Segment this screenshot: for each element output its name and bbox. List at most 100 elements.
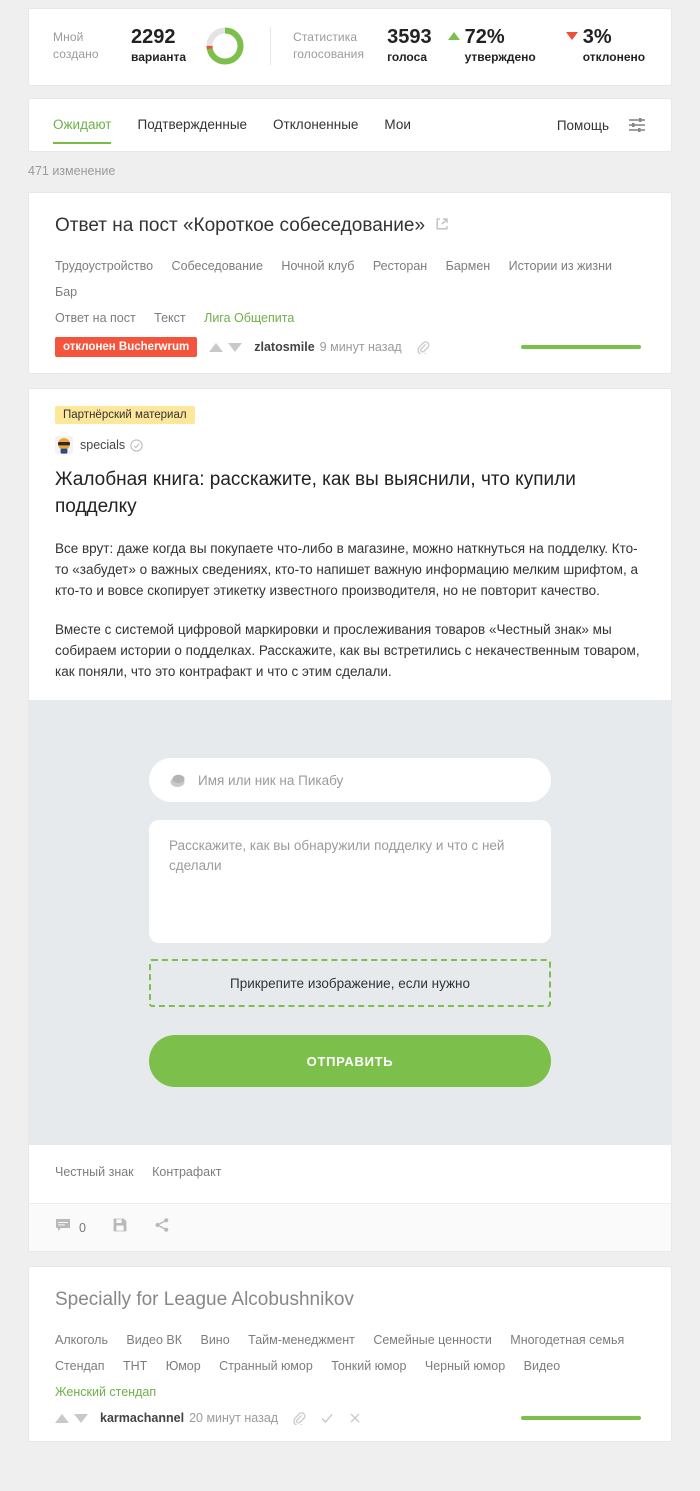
check-icon[interactable]: [320, 1411, 334, 1425]
post-1-tags: Трудоустройство Собеседование Ночной клу…: [55, 257, 645, 335]
tag-item-league[interactable]: Лига Общепита: [204, 311, 294, 325]
promo-paragraph-1: Все врут: даже когда вы покупаете что-ли…: [55, 541, 638, 598]
promo-action-bar: 0: [29, 1203, 671, 1251]
tag-item[interactable]: Тонкий юмор: [331, 1359, 406, 1373]
voting-label-line1: Статистика: [293, 30, 358, 44]
vote-controls: [55, 1413, 88, 1423]
promo-title[interactable]: Жалобная книга: расскажите, как вы выясн…: [55, 466, 645, 520]
tag-item[interactable]: Видео ВК: [126, 1333, 182, 1347]
tag-item[interactable]: Черный юмор: [425, 1359, 505, 1373]
voting-label-line2: голосования: [293, 47, 365, 61]
post-2-tags: Алкоголь Видео ВК Вино Тайм-менеджмент С…: [55, 1331, 645, 1409]
rating-bar: [521, 1416, 641, 1420]
share-action[interactable]: [154, 1217, 170, 1238]
tag-item[interactable]: Алкоголь: [55, 1333, 108, 1347]
vote-down-icon[interactable]: [228, 342, 243, 352]
post-1-author[interactable]: zlatosmile: [254, 340, 314, 354]
post-card-1: Ответ на пост «Короткое собеседование» Т…: [28, 192, 672, 374]
verified-check-icon: [130, 438, 143, 452]
tag-item[interactable]: Видео: [524, 1359, 561, 1373]
paperclip-icon[interactable]: [416, 340, 430, 356]
voting-number: 3593: [387, 26, 432, 48]
tag-item[interactable]: Бар: [55, 285, 77, 299]
approved-text: 72% утверждено: [465, 26, 536, 66]
created-stat: Мной создано 2292 варианта: [53, 25, 246, 67]
story-field[interactable]: Расскажите, как вы обнаружили подделку и…: [149, 820, 551, 943]
voting-label: Статистика голосования: [293, 29, 373, 63]
save-icon: [112, 1217, 128, 1238]
tag-item[interactable]: Тайм-менеджмент: [248, 1333, 355, 1347]
image-dropzone[interactable]: Прикрепите изображение, если нужно: [149, 959, 551, 1007]
tag-item[interactable]: Ресторан: [373, 259, 427, 273]
promo-tags: Честный знак Контрафакт: [55, 1145, 645, 1203]
comments-action[interactable]: 0: [55, 1217, 86, 1238]
created-label-line2: создано: [53, 47, 99, 61]
tab-mine[interactable]: Мои: [384, 98, 410, 152]
tab-rejected[interactable]: Отклоненные: [273, 98, 358, 152]
share-icon: [154, 1217, 170, 1238]
changes-count: 471 изменение: [28, 164, 116, 178]
tag-item[interactable]: ТНТ: [123, 1359, 147, 1373]
post-1-title[interactable]: Ответ на пост «Короткое собеседование»: [55, 213, 425, 239]
dropzone-label: Прикрепите изображение, если нужно: [230, 975, 470, 991]
promo-card: Партнёрский материал specials Жалобная к…: [28, 388, 672, 1252]
name-field[interactable]: Имя или ник на Пикабу: [149, 758, 551, 802]
tag-item[interactable]: Истории из жизни: [509, 259, 612, 273]
sunglasses-avatar-icon[interactable]: [55, 436, 73, 454]
tag-item[interactable]: Стендап: [55, 1359, 104, 1373]
tab-pending[interactable]: Ожидают: [53, 98, 112, 152]
post-2-time: 20 минут назад: [189, 1411, 279, 1425]
sliders-icon[interactable]: [627, 115, 647, 135]
approved-label: утверждено: [464, 50, 536, 64]
promo-paragraph-2: Вместе с системой цифровой маркировки и …: [55, 622, 640, 679]
pikabu-logo-icon: [169, 772, 186, 789]
tag-item-league[interactable]: Женский стендап: [55, 1385, 156, 1399]
paperclip-icon[interactable]: [292, 1411, 306, 1427]
rejected-label: отклонено: [582, 50, 646, 64]
vote-up-icon[interactable]: [209, 342, 224, 352]
tag-item[interactable]: Странный юмор: [219, 1359, 313, 1373]
post-1-time: 9 минут назад: [319, 340, 402, 354]
tag-item[interactable]: Трудоустройство: [55, 259, 153, 273]
created-number: 2292: [131, 26, 176, 48]
post-2-author[interactable]: karmachannel: [100, 1411, 184, 1425]
status-badge: отклонен Bucherwrum: [55, 337, 198, 357]
tag-item[interactable]: Юмор: [166, 1359, 201, 1373]
tag-item[interactable]: Честный знак: [55, 1165, 134, 1179]
save-action[interactable]: [112, 1217, 128, 1238]
help-link[interactable]: Помощь: [557, 118, 609, 133]
tag-item[interactable]: Ответ на пост: [55, 311, 136, 325]
triangle-up-icon: [447, 32, 460, 40]
voting-unit: голоса: [387, 50, 428, 64]
stats-bar: Мной создано 2292 варианта Статистика го…: [28, 8, 672, 86]
tag-item[interactable]: Собеседование: [172, 259, 263, 273]
tag-item[interactable]: Контрафакт: [152, 1165, 221, 1179]
promo-author-name[interactable]: specials: [80, 438, 125, 452]
external-link-icon[interactable]: [435, 213, 449, 230]
approved-trend: 72% утверждено: [447, 26, 536, 66]
vote-down-icon[interactable]: [74, 1413, 88, 1423]
tab-bar: Ожидают Подтвержденные Отклоненные Мои П…: [28, 98, 672, 152]
tag-item[interactable]: Ночной клуб: [281, 259, 354, 273]
approved-percent: 72%: [464, 26, 505, 48]
post-1-title-row: Ответ на пост «Короткое собеседование»: [55, 213, 645, 239]
tag-item[interactable]: Текст: [154, 311, 185, 325]
rating-bar: [521, 345, 641, 349]
tag-item[interactable]: Семейные ценности: [373, 1333, 492, 1347]
tag-item[interactable]: Вино: [200, 1333, 229, 1347]
close-icon[interactable]: [348, 1411, 362, 1425]
tab-confirmed[interactable]: Подтвержденные: [137, 98, 247, 152]
rejected-trend: 3% отклонено: [565, 26, 646, 66]
post-2-title[interactable]: Specially for League Alcobushnikov: [55, 1287, 645, 1313]
approval-donut-chart: [204, 25, 246, 67]
tag-item[interactable]: Бармен: [446, 259, 491, 273]
promo-form: Имя или ник на Пикабу Расскажите, как вы…: [29, 700, 671, 1145]
tag-item[interactable]: Многодетная семья: [510, 1333, 624, 1347]
voting-stat: Статистика голосования 3593 голоса 72% у…: [293, 26, 645, 66]
submit-button[interactable]: ОТПРАВИТЬ: [149, 1035, 551, 1087]
promo-author-row: specials: [55, 436, 645, 454]
vote-up-icon[interactable]: [55, 1413, 69, 1423]
comments-count: 0: [79, 1220, 86, 1235]
post-2-footer: karmachannel 20 минут назад: [55, 1411, 645, 1427]
created-label: Мной создано: [53, 29, 117, 63]
